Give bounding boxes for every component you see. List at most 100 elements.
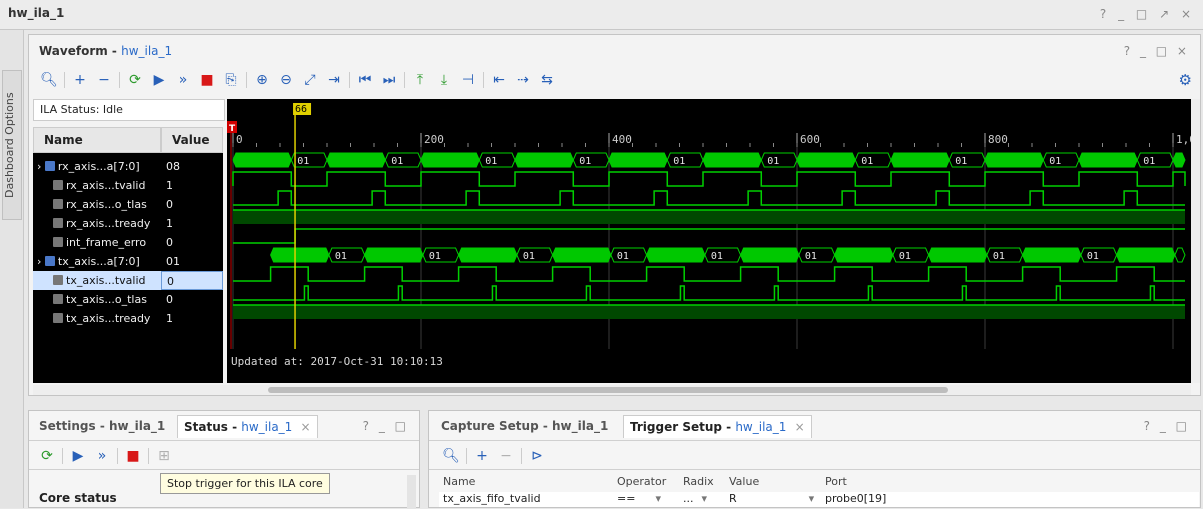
signal-row[interactable]: › tx_axis...a[7:0]	[33, 252, 161, 271]
waveform-panel-title: Waveform - hw_ila_1	[39, 44, 172, 58]
run-trigger-immediate-icon[interactable]: ⟳	[123, 69, 147, 91]
close-tab-icon[interactable]: ×	[301, 420, 311, 434]
signal-value[interactable]: 1	[161, 214, 223, 233]
signal-row[interactable]: rx_axis...o_tlas	[33, 195, 161, 214]
remove-probe-icon[interactable]: −	[494, 445, 518, 467]
waveform-panel-controls[interactable]: ? _ □ ×	[1124, 44, 1190, 58]
previous-marker-icon[interactable]: ⇤	[487, 69, 511, 91]
waveform-title-link[interactable]: hw_ila_1	[121, 44, 172, 58]
col-value[interactable]: Value	[729, 475, 759, 488]
scrollbar-thumb[interactable]	[268, 387, 948, 393]
add-probe-icon[interactable]: +	[68, 69, 92, 91]
cursor-label: 66	[295, 104, 307, 115]
run-immediate-icon[interactable]: »	[90, 445, 114, 467]
ruler-label: 800	[988, 133, 1008, 146]
tab-settings[interactable]: Settings - hw_ila_1	[39, 419, 165, 433]
signal-row[interactable]: rx_axis...tready	[33, 214, 161, 233]
bus-segment	[458, 247, 518, 263]
add-marker-icon[interactable]: ⊣	[456, 69, 480, 91]
swap-cursors-icon[interactable]: ⇆	[535, 69, 559, 91]
bus-segment	[702, 152, 762, 168]
go-to-cursor-icon[interactable]: ⇥	[322, 69, 346, 91]
stop-trigger-icon[interactable]: ■	[195, 69, 219, 91]
bus-value-label: 01	[1087, 251, 1099, 262]
run-immediate-icon[interactable]: »	[171, 69, 195, 91]
zoom-fit-icon[interactable]: ⤢	[298, 69, 322, 91]
status-scrollbar[interactable]	[407, 475, 416, 509]
run-trigger-immediate-icon[interactable]: ⟳	[35, 445, 59, 467]
previous-transition-icon[interactable]: ⤒	[408, 69, 432, 91]
signal-value[interactable]: 0	[161, 233, 223, 252]
signal-row[interactable]: tx_axis...tready	[33, 309, 161, 328]
settings-panel-controls[interactable]: ? _ □	[363, 419, 409, 433]
trigger-icon[interactable]: ⊳	[525, 445, 549, 467]
table-row[interactable]: tx_axis_fifo_tvalid == ▾ ... ▾ R ▾ probe0[1…	[439, 492, 1199, 507]
trigger-value: R	[729, 492, 737, 505]
chevron-right-icon[interactable]: ›	[37, 160, 45, 173]
signal-value[interactable]: 0	[161, 195, 223, 214]
signal-row[interactable]: tx_axis...o_tlas	[33, 290, 161, 309]
name-column-header[interactable]: Name	[33, 127, 161, 153]
window-controls[interactable]: ? _ □ ↗ ×	[1100, 7, 1195, 21]
chevron-down-icon[interactable]: ▾	[702, 492, 708, 505]
signal-icon	[53, 199, 63, 209]
waveform-vertical-scrollbar[interactable]	[1191, 99, 1200, 383]
stop-trigger-icon[interactable]: ■	[121, 445, 145, 467]
bus-icon	[44, 161, 55, 171]
capture-icon[interactable]: ⊞	[152, 445, 176, 467]
signal-value[interactable]: 1	[161, 309, 223, 328]
chevron-down-icon[interactable]: ▾	[655, 492, 661, 505]
tab-capture-setup[interactable]: Capture Setup - hw_ila_1	[441, 419, 608, 433]
signal-value[interactable]: 1	[161, 176, 223, 195]
remove-probe-icon[interactable]: −	[92, 69, 116, 91]
tab-status[interactable]: Status - hw_ila_1 ×	[177, 415, 318, 438]
col-name[interactable]: Name	[443, 475, 475, 488]
next-transition-icon[interactable]: ⤓	[432, 69, 456, 91]
signal-value[interactable]: 01	[161, 252, 223, 271]
zoom-out-icon[interactable]: ⊖	[274, 69, 298, 91]
bus-segment	[326, 152, 386, 168]
trigger-panel-controls[interactable]: ? _ □	[1144, 419, 1190, 433]
chevron-down-icon[interactable]: ▾	[809, 492, 815, 505]
signal-row[interactable]: int_frame_erro	[33, 233, 161, 252]
chevron-right-icon[interactable]: ›	[37, 255, 45, 268]
col-operator[interactable]: Operator	[617, 475, 666, 488]
signal-row[interactable]: rx_axis...tvalid	[33, 176, 161, 195]
bus-segment	[984, 152, 1044, 168]
waveform-horizontal-scrollbar[interactable]	[33, 385, 1191, 395]
zoom-search-icon[interactable]: 🔍︎	[37, 69, 61, 91]
col-port[interactable]: Port	[825, 475, 847, 488]
signal-value[interactable]: 0	[161, 271, 223, 290]
signal-name: rx_axis...tready	[66, 217, 151, 230]
add-probe-icon[interactable]: +	[470, 445, 494, 467]
dashboard-options-tab[interactable]: Dashboard Options	[2, 70, 22, 220]
operator-select[interactable]: == ▾	[617, 492, 661, 505]
go-to-end-icon[interactable]: ⏭	[377, 69, 401, 91]
waveform-display[interactable]: 0 200 400 600 800 1,00 01 01 01 01 01 01 01 01 01 01 01 0…	[227, 99, 1203, 383]
signal-value[interactable]: 0	[161, 290, 223, 309]
signal-row[interactable]: › rx_axis...a[7:0]	[33, 157, 161, 176]
waveform-canvas[interactable]: 0 200 400 600 800 1,00 01 01 01 01 01 01 01 01 01 01 01 0…	[227, 99, 1203, 383]
signal-row[interactable]: tx_axis...tvalid	[33, 271, 161, 290]
bus-value-label: 01	[711, 251, 723, 262]
signal-value[interactable]: 08	[161, 157, 223, 176]
next-marker-icon[interactable]: ⇢	[511, 69, 535, 91]
radix-select[interactable]: ... ▾	[683, 492, 707, 505]
gear-icon[interactable]: ⚙	[1179, 71, 1192, 89]
toolbar-separator	[404, 72, 405, 88]
ruler-label: 200	[424, 133, 444, 146]
tab-trigger-setup[interactable]: Trigger Setup - hw_ila_1 ×	[623, 415, 812, 438]
run-trigger-icon[interactable]: ▶	[147, 69, 171, 91]
trigger-tab-prefix: Trigger Setup -	[630, 420, 736, 434]
bus-icon	[44, 256, 55, 266]
value-column-header[interactable]: Value	[161, 127, 223, 153]
search-icon[interactable]: 🔍︎	[439, 445, 463, 467]
close-tab-icon[interactable]: ×	[795, 420, 805, 434]
col-radix[interactable]: Radix	[683, 475, 714, 488]
signal-icon	[53, 180, 63, 190]
zoom-in-icon[interactable]: ⊕	[250, 69, 274, 91]
export-icon[interactable]: ⎘	[219, 69, 243, 91]
value-select[interactable]: R ▾	[729, 492, 814, 505]
run-trigger-icon[interactable]: ▶	[66, 445, 90, 467]
go-to-start-icon[interactable]: ⏮	[353, 69, 377, 91]
